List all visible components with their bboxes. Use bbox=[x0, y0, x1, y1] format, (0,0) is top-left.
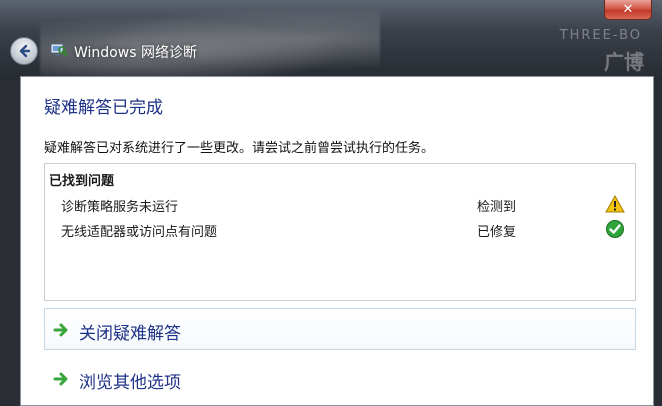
warning-icon bbox=[605, 194, 625, 213]
problem-name: 诊断策略服务未运行 bbox=[61, 200, 179, 215]
green-arrow-icon bbox=[53, 323, 68, 337]
problems-found-panel: 已找到问题 诊断策略服务未运行 检测到 无线适配器或访问点有问题 已修复 bbox=[44, 163, 636, 301]
back-arrow-icon bbox=[19, 44, 31, 58]
close-troubleshooter-label: 关闭疑难解答 bbox=[79, 324, 181, 344]
dialog-content: 疑难解答已完成 疑难解答已对系统进行了一些更改。请尝试之前曾尝试执行的任务。 已… bbox=[20, 76, 654, 406]
explore-other-options-label: 浏览其他选项 bbox=[79, 373, 181, 393]
check-icon bbox=[606, 220, 624, 238]
background-watermark-text: THREE-BO bbox=[559, 28, 642, 43]
background-watermark-text-2: 广博 bbox=[604, 50, 644, 74]
title-bar: THREE-BO 广博 Windows 网络诊断 ✕ bbox=[0, 0, 662, 80]
close-button[interactable]: ✕ bbox=[604, 0, 652, 20]
green-arrow-icon bbox=[53, 372, 68, 386]
description-text: 疑难解答已对系统进行了一些更改。请尝试之前曾尝试执行的任务。 bbox=[44, 141, 435, 156]
close-troubleshooter-link[interactable]: 关闭疑难解答 bbox=[44, 308, 636, 350]
problem-name: 无线适配器或访问点有问题 bbox=[61, 225, 218, 240]
network-diagnostics-icon bbox=[50, 43, 68, 57]
explore-other-options-link[interactable]: 浏览其他选项 bbox=[44, 357, 636, 399]
problem-row: 无线适配器或访问点有问题 已修复 bbox=[61, 219, 631, 240]
problems-found-title: 已找到问题 bbox=[49, 174, 115, 189]
problem-status: 已修复 bbox=[477, 225, 517, 240]
window-title: Windows 网络诊断 bbox=[74, 45, 197, 61]
page-title: 疑难解答已完成 bbox=[44, 98, 163, 118]
problem-row: 诊断策略服务未运行 检测到 bbox=[61, 194, 631, 215]
back-button[interactable] bbox=[10, 37, 38, 65]
problem-status: 检测到 bbox=[477, 200, 517, 215]
